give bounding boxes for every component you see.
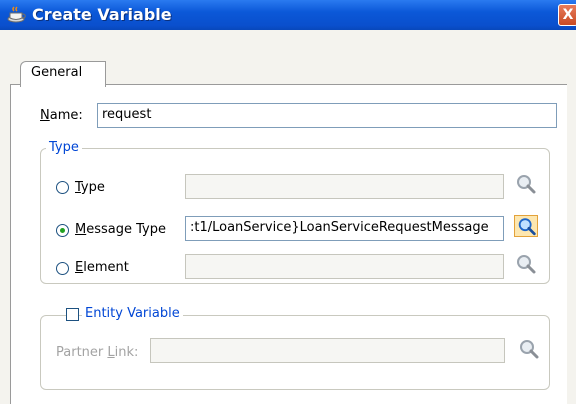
radio-message-type-label: Message Type [75, 222, 166, 237]
magnifier-icon[interactable] [514, 253, 538, 275]
radio-message-type[interactable] [56, 224, 69, 237]
name-label: Name: [40, 108, 83, 123]
partner-link-label: Partner Link: [56, 345, 139, 360]
type-group-legend: Type [46, 140, 82, 155]
radio-element[interactable] [56, 262, 69, 275]
radio-element-label: Element [75, 260, 129, 275]
radio-selected-dot [60, 228, 65, 233]
entity-variable-label: Entity Variable [82, 306, 183, 321]
coffee-cup-icon [7, 6, 26, 23]
magnifier-icon[interactable] [517, 338, 541, 360]
entity-variable-checkbox[interactable] [66, 308, 79, 321]
title-bar[interactable]: Create Variable X [0, 0, 576, 30]
message-type-input[interactable]: :t1/LoanService}LoanServiceRequestMessag… [185, 216, 504, 241]
element-input[interactable] [185, 254, 504, 279]
close-button[interactable]: X [558, 4, 576, 26]
magnifier-icon [518, 218, 536, 236]
browse-message-type-button[interactable] [514, 215, 538, 237]
radio-type[interactable] [56, 181, 69, 194]
name-input[interactable]: request [97, 103, 557, 128]
tab-general[interactable]: General [20, 61, 106, 87]
magnifier-icon[interactable] [514, 173, 538, 195]
partner-link-input[interactable] [150, 338, 505, 363]
window-title: Create Variable [32, 5, 172, 24]
type-input[interactable] [185, 174, 504, 199]
radio-type-label: Type [75, 180, 105, 195]
